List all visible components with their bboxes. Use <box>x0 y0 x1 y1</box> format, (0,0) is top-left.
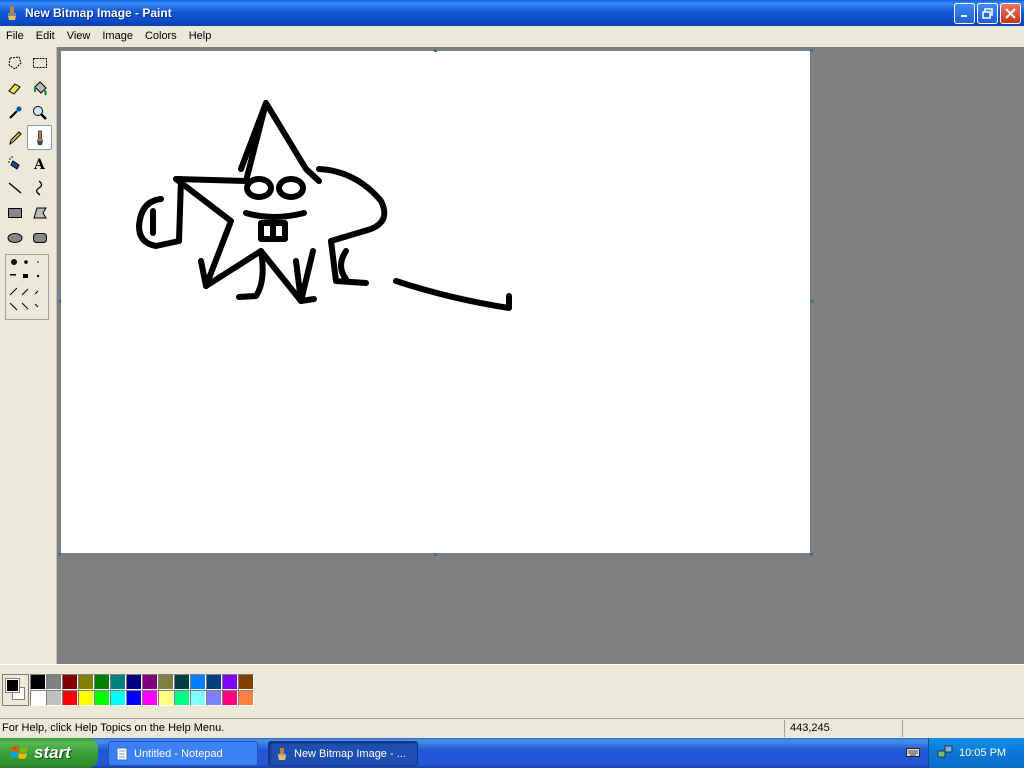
color-swatch[interactable] <box>94 690 110 706</box>
color-swatch[interactable] <box>222 690 238 706</box>
color-swatch[interactable] <box>174 674 190 690</box>
color-swatch[interactable] <box>158 674 174 690</box>
status-cursor-coords: 443,245 <box>784 719 902 737</box>
menu-file[interactable]: File <box>0 30 30 42</box>
status-bar: For Help, click Help Topics on the Help … <box>0 718 1024 737</box>
restore-button[interactable] <box>977 3 998 24</box>
toolbox: A <box>0 47 57 664</box>
taskbar-item-label: Untitled - Notepad <box>134 747 223 760</box>
title-bar[interactable]: New Bitmap Image - Paint <box>0 0 1024 26</box>
color-swatch[interactable] <box>174 690 190 706</box>
color-swatch[interactable] <box>110 690 126 706</box>
windows-logo-icon <box>10 746 28 759</box>
menu-view[interactable]: View <box>61 30 97 42</box>
color-swatch[interactable] <box>206 690 222 706</box>
menu-help[interactable]: Help <box>183 30 218 42</box>
status-help-text: For Help, click Help Topics on the Help … <box>2 722 225 734</box>
color-swatch[interactable] <box>110 674 126 690</box>
color-swatch[interactable] <box>142 674 158 690</box>
network-icon[interactable] <box>937 745 953 762</box>
fill-tool-icon[interactable] <box>27 75 52 100</box>
current-colors[interactable] <box>2 674 29 706</box>
color-swatch[interactable] <box>78 674 94 690</box>
svg-text:A: A <box>33 157 46 171</box>
color-swatch[interactable] <box>238 690 254 706</box>
color-swatch[interactable] <box>46 690 62 706</box>
color-swatch[interactable] <box>30 690 46 706</box>
color-palette-bar <box>0 664 1024 714</box>
menu-edit[interactable]: Edit <box>30 30 61 42</box>
text-tool-icon[interactable]: A <box>27 150 52 175</box>
window-title: New Bitmap Image - Paint <box>25 6 172 20</box>
drawing-canvas[interactable] <box>61 51 810 553</box>
menu-colors[interactable]: Colors <box>139 30 183 42</box>
select-tool-icon[interactable] <box>27 50 52 75</box>
color-swatch[interactable] <box>30 674 46 690</box>
minimize-button[interactable] <box>954 3 975 24</box>
menu-bar: File Edit View Image Colors Help <box>0 26 1024 45</box>
pencil-tool-icon[interactable] <box>2 125 27 150</box>
keyboard-icon[interactable] <box>906 746 920 761</box>
rectangle-tool-icon[interactable] <box>2 200 27 225</box>
curve-tool-icon[interactable] <box>27 175 52 200</box>
color-swatch[interactable] <box>62 674 78 690</box>
taskbar-item-label: New Bitmap Image - ... <box>294 747 406 760</box>
canvas-workspace[interactable] <box>57 47 1024 664</box>
start-button[interactable]: start <box>0 738 98 768</box>
foreground-color[interactable] <box>5 678 20 693</box>
color-swatch[interactable] <box>190 674 206 690</box>
menu-image[interactable]: Image <box>96 30 139 42</box>
color-swatch[interactable] <box>78 690 94 706</box>
clock[interactable]: 10:05 PM <box>959 747 1006 759</box>
start-label: start <box>34 743 71 762</box>
line-tool-icon[interactable] <box>2 175 27 200</box>
color-swatch[interactable] <box>94 674 110 690</box>
airbrush-tool-icon[interactable] <box>2 150 27 175</box>
pick-color-tool-icon[interactable] <box>2 100 27 125</box>
ellipse-tool-icon[interactable] <box>2 225 27 250</box>
color-swatch[interactable] <box>126 690 142 706</box>
color-swatch[interactable] <box>190 690 206 706</box>
magnifier-tool-icon[interactable] <box>27 100 52 125</box>
rounded-rectangle-tool-icon[interactable] <box>27 225 52 250</box>
color-swatch[interactable] <box>46 674 62 690</box>
canvas-drawing <box>136 100 512 311</box>
color-swatch[interactable] <box>222 674 238 690</box>
system-tray: 10:05 PM <box>928 738 1024 768</box>
color-swatch[interactable] <box>142 690 158 706</box>
brush-shape-options[interactable] <box>5 254 49 320</box>
brush-tool-icon[interactable] <box>27 125 52 150</box>
taskbar-item-notepad[interactable]: Untitled - Notepad <box>108 741 258 766</box>
paint-app-icon[interactable] <box>4 5 20 21</box>
color-swatch[interactable] <box>206 674 222 690</box>
free-form-select-tool-icon[interactable] <box>2 50 27 75</box>
color-swatch[interactable] <box>126 674 142 690</box>
color-swatch[interactable] <box>238 674 254 690</box>
polygon-tool-icon[interactable] <box>27 200 52 225</box>
close-button[interactable] <box>1000 3 1021 24</box>
eraser-tool-icon[interactable] <box>2 75 27 100</box>
taskbar-item-paint[interactable]: New Bitmap Image - ... <box>268 741 418 766</box>
status-size-panel <box>902 719 1024 737</box>
paint-icon <box>275 747 289 761</box>
color-swatch[interactable] <box>62 690 78 706</box>
notepad-icon <box>115 747 129 761</box>
color-swatch[interactable] <box>158 690 174 706</box>
palette-swatches <box>30 674 254 706</box>
taskbar: start Untitled - Notepad New Bitmap Imag… <box>0 738 1024 768</box>
